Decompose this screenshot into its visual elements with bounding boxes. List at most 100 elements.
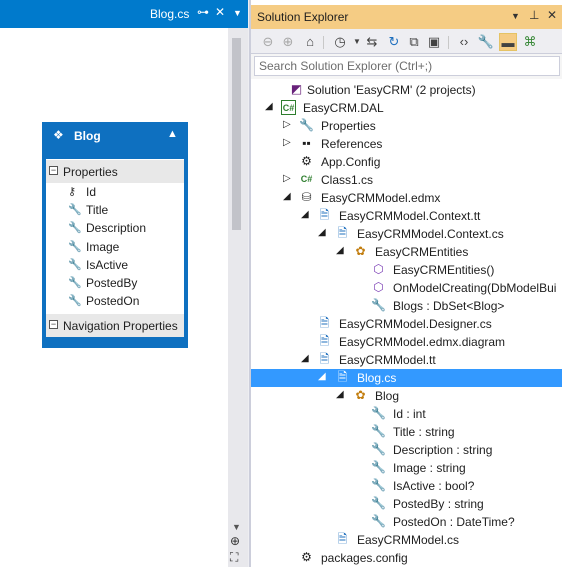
scrollbar-thumb[interactable] [232,38,241,230]
tree-item-label: EasyCRMModel.Context.cs [357,227,504,241]
tree-item-prop-isactive[interactable]: 🔧 IsActive : bool? [251,477,562,495]
entity-property-postedon[interactable]: 🔧 PostedOn [46,292,184,310]
vertical-scrollbar[interactable]: ▼ ⊕ ⛶ [228,28,248,567]
pin-icon[interactable]: ⊥ [529,8,539,22]
tree-item-blog-cs[interactable]: ◢ 🗎 Blog.cs [251,369,562,387]
wrench-icon: 🔧 [68,295,82,307]
solution-icon: ◩ [290,82,303,96]
zoom-to-fit-icon[interactable]: ⛶ [230,550,238,565]
wrench-icon: 🔧 [371,442,386,456]
entity-property-postedby[interactable]: 🔧 PostedBy [46,274,184,292]
tree-item-blogs-dbset[interactable]: 🔧 Blogs : DbSet<Blog> [251,297,562,315]
tree-item-label: EasyCRMModel.Context.tt [339,209,481,223]
tree-item-prop-postedby[interactable]: 🔧 PostedBy : string [251,495,562,513]
tree-item-label: References [321,137,383,151]
tab-dropdown-icon[interactable]: ▼ [233,8,242,18]
tree-item-project[interactable]: ◢ C# EasyCRM.DAL [251,99,562,117]
collapse-box-icon[interactable]: − [49,320,58,329]
forward-icon[interactable]: ⊕ [279,33,297,51]
preview-selected-items-icon[interactable]: ▬ [499,33,517,51]
tree-item-designer-cs[interactable]: 🗎 EasyCRMModel.Designer.cs [251,315,562,333]
class-icon: ✿ [355,244,366,258]
expanded-arrow-icon[interactable]: ◢ [283,191,291,202]
property-label: Title [86,203,109,217]
tree-item-references[interactable]: ▷ ▪▪ References [251,135,562,153]
expanded-arrow-icon[interactable]: ◢ [301,209,309,220]
wrench-icon: 🔧 [68,204,82,216]
expanded-arrow-icon[interactable]: ◢ [265,101,273,112]
expanded-arrow-icon[interactable]: ◢ [301,353,309,364]
tree-item-model-cs[interactable]: 🗎 EasyCRMModel.cs [251,531,562,549]
expanded-arrow-icon[interactable]: ◢ [336,245,344,256]
collapse-box-icon[interactable]: − [49,166,58,175]
tree-item-context-cs[interactable]: ◢ 🗎 EasyCRMModel.Context.cs [251,225,562,243]
close-icon[interactable]: ✕ [547,8,557,22]
tree-item-prop-title[interactable]: 🔧 Title : string [251,423,562,441]
entity-property-image[interactable]: 🔧 Image [46,238,184,256]
entity-property-title[interactable]: 🔧 Title [46,201,184,219]
design-surface[interactable]: ❖ Blog ▲ − Properties ⚷ Id 🔧 Title 🔧 Des… [0,28,228,567]
zoom-icon[interactable]: ⊕ [230,534,240,548]
tree-item-prop-id[interactable]: 🔧 Id : int [251,405,562,423]
entity-property-isactive[interactable]: 🔧 IsActive [46,256,184,274]
collapse-chevron-icon[interactable]: ▲ [167,128,178,140]
sync-icon[interactable]: ⇆ [363,33,381,51]
tree-item-label: EasyCRM.DAL [303,101,384,115]
collapsed-arrow-icon[interactable]: ▷ [283,173,291,184]
tree-item-class1[interactable]: ▷ C# Class1.cs [251,171,562,189]
view-code-icon[interactable]: ‹› [455,33,473,51]
method-protected-icon: ⬡ [373,280,384,294]
tree-item-prop-image[interactable]: 🔧 Image : string [251,459,562,477]
tree-item-edmx[interactable]: ◢ ⛁ EasyCRMModel.edmx [251,189,562,207]
wrench-icon: 🔧 [68,222,82,234]
pending-changes-filter-icon[interactable]: ◷ [331,33,349,51]
tree-item-packages-config[interactable]: ⚙ packages.config [251,549,562,567]
tree-item-properties[interactable]: ▷ 🔧 Properties [251,117,562,135]
solution-explorer-titlebar: Solution Explorer ▼ ⊥ ✕ [251,0,562,29]
scroll-down-icon[interactable]: ▼ [232,522,241,532]
properties-icon[interactable]: 🔧 [477,33,495,51]
refresh-icon[interactable]: ↻ [385,33,403,51]
tree-item-constructor[interactable]: ⬡ EasyCRMEntities() [251,261,562,279]
tree-item-context-tt[interactable]: ◢ 🗎 EasyCRMModel.Context.tt [251,207,562,225]
entity-shape-blog[interactable]: ❖ Blog ▲ − Properties ⚷ Id 🔧 Title 🔧 Des… [42,122,188,348]
property-label: Id [86,185,97,199]
tree-item-prop-postedon[interactable]: 🔧 PostedOn : DateTime? [251,513,562,531]
navigation-section-header[interactable]: − Navigation Properties [46,313,184,337]
cs-file-icon: 🗎 [319,316,330,330]
entity-property-description[interactable]: 🔧 Description [46,219,184,237]
tree-item-prop-description[interactable]: 🔧 Description : string [251,441,562,459]
document-tab-blog-cs[interactable]: Blog.cs ⊶ ✕ ▼ [0,0,248,28]
home-icon[interactable]: ⌂ [301,33,319,51]
entity-header[interactable]: ❖ Blog ▲ [43,123,187,149]
back-icon[interactable]: ⊖ [259,33,277,51]
expanded-arrow-icon[interactable]: ◢ [318,227,326,238]
close-icon[interactable]: ✕ [215,5,225,19]
wrench-icon: 🔧 [371,478,386,492]
tree-item-model-tt[interactable]: ◢ 🗎 EasyCRMModel.tt [251,351,562,369]
search-input[interactable]: Search Solution Explorer (Ctrl+;) [254,56,560,76]
tree-item-edmx-diagram[interactable]: 🗎 EasyCRMModel.edmx.diagram [251,333,562,351]
wrench-icon: 🔧 [371,298,386,312]
cs-file-icon: 🗎 [337,370,348,384]
entity-icon: ❖ [53,128,64,142]
tree-item-blog-class[interactable]: ◢ ✿ Blog [251,387,562,405]
tree-item-app-config[interactable]: ⚙ App.Config [251,153,562,171]
pin-icon[interactable]: ⊶ [197,5,209,19]
expanded-arrow-icon[interactable]: ◢ [336,389,344,400]
collapse-all-icon[interactable]: ⧉ [405,33,423,51]
collapsed-arrow-icon[interactable]: ▷ [283,119,291,130]
entity-property-id[interactable]: ⚷ Id [46,183,184,201]
property-label: PostedBy [86,276,138,290]
properties-section-header[interactable]: − Properties [46,159,184,183]
panel-dropdown-icon[interactable]: ▼ [511,11,520,21]
tree-item-onmodelcreating[interactable]: ⬡ OnModelCreating(DbModelBui [251,279,562,297]
tree-item-solution[interactable]: ◩ Solution 'EasyCRM' (2 projects) [251,81,562,99]
expanded-arrow-icon[interactable]: ◢ [318,371,326,382]
collapsed-arrow-icon[interactable]: ▷ [283,137,291,148]
class-view-icon[interactable]: ⌘ [521,33,539,51]
tree-item-easycrmentities[interactable]: ◢ ✿ EasyCRMEntities [251,243,562,261]
tree-item-label: packages.config [321,551,408,565]
tt-file-icon: 🗎 [319,208,330,222]
show-all-files-icon[interactable]: ▣ [425,33,443,51]
